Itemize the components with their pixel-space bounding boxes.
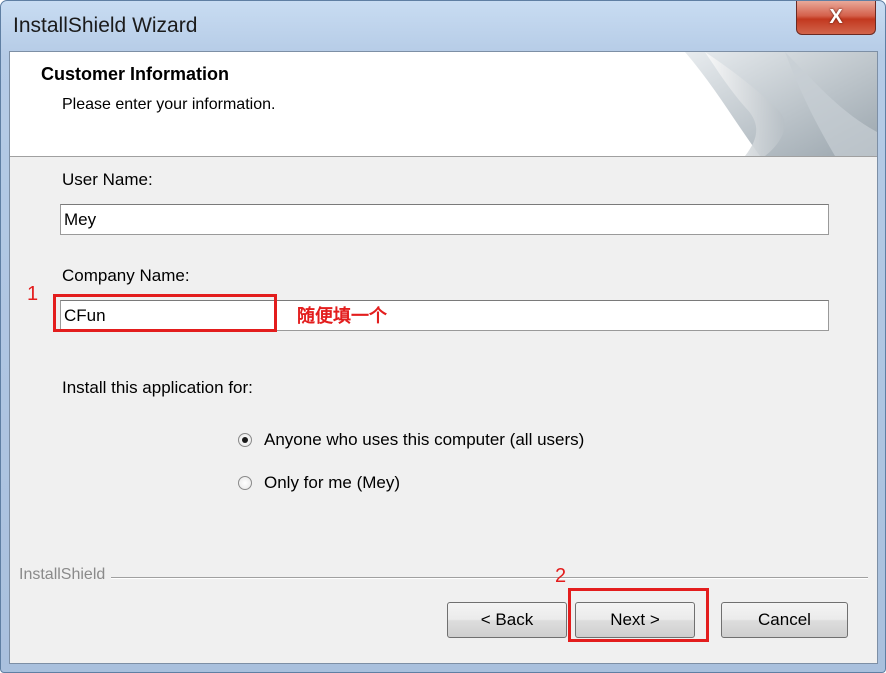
user-name-label: User Name: — [62, 170, 153, 189]
user-name-input[interactable] — [61, 205, 828, 234]
close-button[interactable]: X — [796, 1, 876, 35]
wizard-header: Customer Information Please enter your i… — [10, 52, 877, 157]
close-icon: X — [829, 6, 843, 28]
annotation-marker-2: 2 — [555, 565, 567, 587]
annotation-marker-1: 1 — [27, 283, 39, 305]
brand-label: InstallShield — [19, 566, 112, 584]
radio-icon[interactable] — [238, 476, 252, 490]
radio-only-me-label: Only for me (Mey) — [264, 473, 401, 492]
footer-divider — [20, 577, 868, 579]
radio-icon[interactable] — [238, 433, 252, 447]
annotation-note: 随便填一个 — [297, 306, 387, 327]
back-button[interactable]: < Back — [447, 602, 567, 638]
user-name-field[interactable] — [60, 204, 829, 235]
page-curl-graphic — [685, 52, 877, 156]
title-bar[interactable]: InstallShield Wizard X — [1, 1, 885, 51]
annotation-box-next — [568, 588, 709, 642]
radio-all-users-label: Anyone who uses this computer (all users… — [264, 430, 585, 449]
wizard-body: Customer Information Please enter your i… — [9, 51, 878, 664]
cancel-button[interactable]: Cancel — [721, 602, 848, 638]
radio-only-me[interactable]: Only for me (Mey) — [238, 473, 400, 493]
install-for-label: Install this application for: — [62, 378, 253, 397]
installer-window: InstallShield Wizard X Customer Informat… — [0, 0, 886, 673]
company-name-label: Company Name: — [62, 266, 190, 285]
window-title: InstallShield Wizard — [13, 14, 198, 37]
annotation-box-company — [53, 294, 277, 332]
radio-all-users[interactable]: Anyone who uses this computer (all users… — [238, 430, 584, 450]
page-title: Customer Information — [41, 64, 230, 84]
page-subtitle: Please enter your information. — [62, 96, 276, 113]
